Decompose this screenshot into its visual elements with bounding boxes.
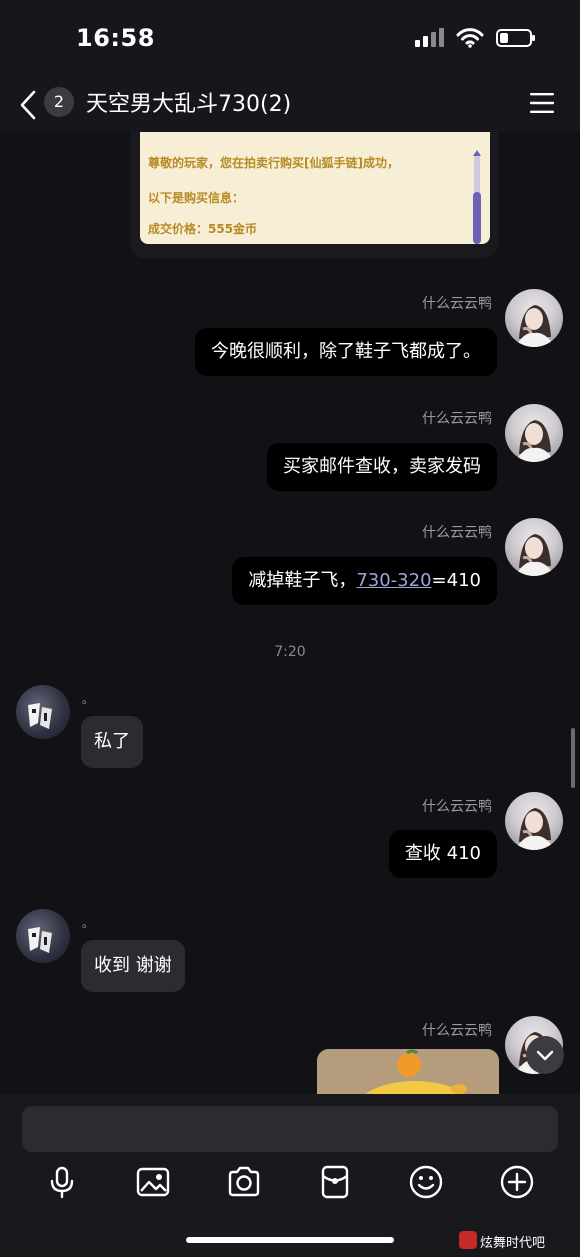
avatar[interactable] [505,404,563,462]
sender-name: 。 [82,916,95,930]
sender-name: 什么云云鸭 [422,1023,492,1039]
avatar[interactable] [16,685,70,739]
game-screenshot-message[interactable]: 尊敬的玩家，您在拍卖行购买[仙狐手链]成功， 以下是购买信息： 成交价格：555… [130,132,498,258]
sender-name: 。 [82,692,95,706]
photo-thumbnail-icon [317,1049,499,1094]
sender-name: 什么云云鸭 [422,296,492,312]
message-bubble[interactable]: 今晚很顺利，除了鞋子飞都成了。 [195,328,497,376]
avatar-portrait-icon [28,927,52,953]
back-arrow-icon[interactable] [16,86,44,124]
game-scroll-arrow-icon [473,150,481,156]
menu-icon[interactable] [528,92,556,114]
chevron-down-icon [536,1050,554,1061]
message-link[interactable]: 730-320 [356,570,431,591]
microphone-icon[interactable] [44,1164,80,1200]
avatar-portrait-icon [515,534,555,576]
game-screenshot-image: 尊敬的玩家，您在拍卖行购买[仙狐手链]成功， 以下是购买信息： 成交价格：555… [140,132,490,244]
message-bubble[interactable]: 减掉鞋子飞，730-320=410 [232,557,497,605]
status-bar: 16:58 [0,0,580,78]
message-bubble[interactable]: 私了 [81,716,143,768]
scroll-indicator[interactable] [571,728,575,788]
scroll-down-button[interactable] [526,1036,564,1074]
avatar[interactable] [505,289,563,347]
avatar-portrait-icon [28,703,52,729]
input-area: 炫舞时代吧 [0,1094,580,1257]
status-icons [414,28,535,48]
sender-name: 什么云云鸭 [422,525,492,541]
battery-level [500,33,508,43]
image-message[interactable] [317,1049,499,1094]
game-text-line: 尊敬的玩家，您在拍卖行购买[仙狐手链]成功， [148,156,399,170]
wifi-icon [456,28,484,48]
message-text: 减掉鞋子飞， [248,570,357,591]
message-bubble[interactable]: 买家邮件查收，卖家发码 [267,443,497,491]
sender-name: 什么云云鸭 [422,411,492,427]
image-picker-icon[interactable] [135,1164,171,1200]
avatar-portrait-icon [515,808,555,850]
message-input[interactable] [22,1106,558,1152]
message-bubble[interactable]: 收到 谢谢 [81,940,185,992]
game-text-line: 成交价格：555金币 [148,222,258,236]
battery-icon [496,29,535,47]
game-scroll-thumb [473,192,481,244]
watermark-logo-icon [459,1231,477,1249]
home-indicator [186,1237,394,1243]
watermark-text: 炫舞时代吧 [480,1236,546,1251]
add-more-icon[interactable] [499,1164,535,1200]
status-time: 16:58 [76,24,155,52]
camera-icon[interactable] [226,1164,262,1200]
red-packet-icon[interactable] [317,1164,353,1200]
avatar[interactable] [505,792,563,850]
chat-title: 天空男大乱斗730(2) [86,92,292,117]
sender-name: 什么云云鸭 [422,799,492,815]
avatar-portrait-icon [515,305,555,347]
unread-count-badge[interactable]: 2 [44,87,74,117]
avatar-portrait-icon [515,420,555,462]
avatar[interactable] [505,518,563,576]
cellular-signal-icon [415,28,444,47]
avatar[interactable] [16,909,70,963]
game-text-line: 以下是购买信息： [148,191,245,205]
emoji-icon[interactable] [408,1164,444,1200]
message-list[interactable]: 尊敬的玩家，您在拍卖行购买[仙狐手链]成功， 以下是购买信息： 成交价格：555… [0,132,580,1094]
message-text: =410 [431,570,481,591]
time-divider: 7:20 [274,644,306,660]
message-bubble[interactable]: 查收 410 [388,830,497,878]
